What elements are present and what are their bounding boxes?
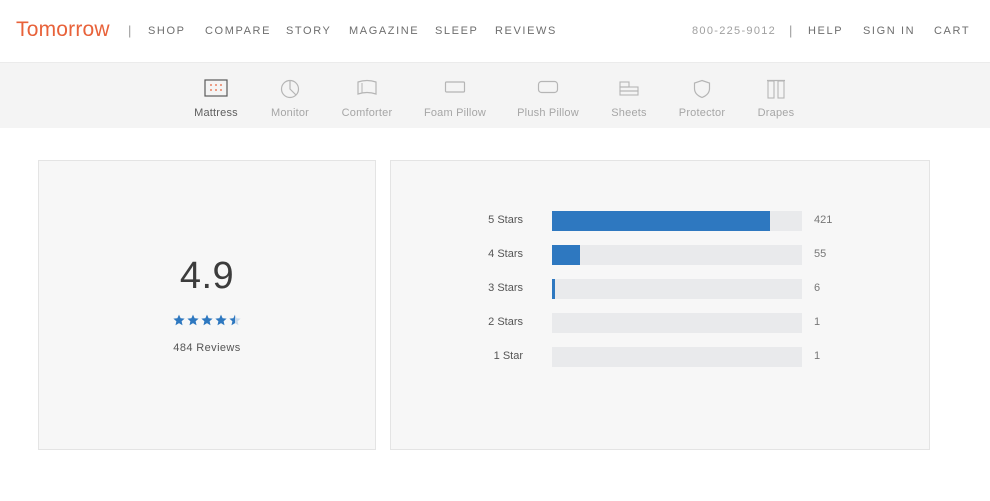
nav-link-help[interactable]: HELP xyxy=(808,25,843,37)
rating-row-5-stars[interactable]: 5 Stars 421 xyxy=(391,211,929,231)
rating-bar-fill xyxy=(552,211,770,231)
rating-row-label: 5 Stars xyxy=(488,214,523,226)
top-navigation-bar: Tomorrow | SHOP COMPARE STORY MAGAZINE S… xyxy=(0,0,990,62)
star-icon xyxy=(215,314,227,326)
rating-row-label: 1 Star xyxy=(493,350,523,362)
rating-bar-track xyxy=(552,347,802,367)
nav-link-story[interactable]: STORY xyxy=(286,25,332,37)
nav-link-reviews[interactable]: REVIEWS xyxy=(495,25,557,37)
product-tab-drapes[interactable]: Drapes xyxy=(731,79,821,119)
phone-number[interactable]: 800-225-9012 xyxy=(692,25,776,37)
rating-row-label: 4 Stars xyxy=(488,248,523,260)
rating-row-2-stars[interactable]: 2 Stars 1 xyxy=(391,313,929,333)
rating-bar-fill xyxy=(552,279,555,299)
rating-row-1-star[interactable]: 1 Star 1 xyxy=(391,347,929,367)
average-rating: 4.9 xyxy=(179,255,235,297)
rating-row-4-stars[interactable]: 4 Stars 55 xyxy=(391,245,929,265)
star-icon xyxy=(201,314,213,326)
star-icon xyxy=(187,314,199,326)
nav-separator: | xyxy=(128,23,132,38)
nav-link-shop[interactable]: SHOP xyxy=(148,25,186,37)
nav-link-sleep[interactable]: SLEEP xyxy=(435,25,478,37)
rating-bar-track xyxy=(552,279,802,299)
rating-row-count: 6 xyxy=(814,282,821,294)
rating-bar-fill xyxy=(552,245,580,265)
product-tab-label: Plush Pillow xyxy=(517,107,579,119)
rating-summary-card: 4.9 484 Reviews xyxy=(38,160,376,450)
drapes-icon xyxy=(731,79,821,101)
rating-row-count: 55 xyxy=(814,248,827,260)
rating-bar-track xyxy=(552,313,802,333)
plush-pillow-icon xyxy=(503,79,593,101)
nav-link-magazine[interactable]: MAGAZINE xyxy=(349,25,419,37)
rating-bar-track xyxy=(552,211,802,231)
product-tab-label: Comforter xyxy=(341,107,393,119)
nav-link-cart[interactable]: CART xyxy=(934,25,970,37)
rating-row-label: 2 Stars xyxy=(488,316,523,328)
rating-row-3-stars[interactable]: 3 Stars 6 xyxy=(391,279,929,299)
product-selector-strip: Mattress Monitor Comforter Foam Pillow P… xyxy=(0,62,990,128)
star-icon xyxy=(173,314,185,326)
product-tab-label: Foam Pillow xyxy=(423,107,487,119)
tomorrow-logo[interactable]: Tomorrow xyxy=(16,18,110,42)
rating-row-label: 3 Stars xyxy=(488,282,523,294)
nav-link-sign-in[interactable]: SIGN IN xyxy=(863,25,915,37)
rating-bar-track xyxy=(552,245,802,265)
comforter-icon xyxy=(322,79,412,101)
review-count[interactable]: 484 Reviews xyxy=(39,342,375,354)
nav-link-compare[interactable]: COMPARE xyxy=(205,25,271,37)
star-rating xyxy=(39,313,375,331)
rating-row-count: 1 xyxy=(814,316,821,328)
star-icon xyxy=(229,314,241,326)
foam-pillow-icon xyxy=(410,79,500,101)
rating-row-count: 1 xyxy=(814,350,821,362)
product-tab-comforter[interactable]: Comforter xyxy=(322,79,412,119)
product-tab-plush-pillow[interactable]: Plush Pillow xyxy=(503,79,593,119)
rating-row-count: 421 xyxy=(814,214,833,226)
nav-separator: | xyxy=(789,23,793,38)
rating-breakdown-card: 5 Stars 421 4 Stars 55 3 Stars 6 2 Stars… xyxy=(390,160,930,450)
product-tab-foam-pillow[interactable]: Foam Pillow xyxy=(410,79,500,119)
product-tab-label: Drapes xyxy=(757,107,795,119)
